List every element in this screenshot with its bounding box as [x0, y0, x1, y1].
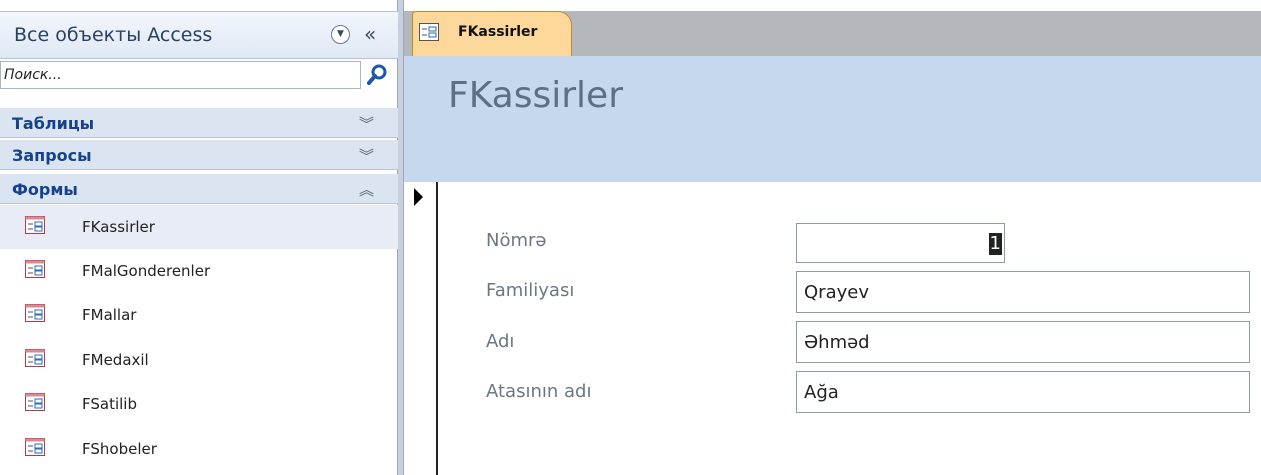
field-value: Əhməd	[804, 332, 870, 353]
chevron-double-down-icon[interactable]: ︾	[359, 113, 374, 134]
nav-pane-title[interactable]: Все объекты Access	[14, 24, 212, 46]
nav-item-fmedaxil[interactable]: FMedaxil	[0, 338, 398, 382]
nav-item-fmalgonderenler[interactable]: FMalGonderenler	[0, 249, 398, 293]
form-icon	[25, 304, 45, 322]
tab-label: FKassirler	[458, 24, 538, 40]
field-input-familiyasi[interactable]: Qrayev	[796, 271, 1250, 313]
current-record-arrow-icon	[414, 188, 423, 206]
form-title: FKassirler	[448, 75, 624, 116]
form-icon	[25, 349, 45, 367]
field-input-atasinin-adi[interactable]: Ağa	[796, 371, 1250, 413]
nav-group-queries[interactable]: Запросы ︾	[0, 140, 398, 170]
field-label-adi: Adı	[486, 331, 515, 352]
field-input-nomre[interactable]: 1	[796, 223, 1005, 263]
nav-group-tables[interactable]: Таблицы ︾	[0, 108, 398, 138]
field-label-nomre: Nömrə	[486, 230, 547, 251]
nav-group-label: Запросы	[12, 146, 92, 165]
chevron-double-up-icon[interactable]: ︽	[359, 179, 374, 200]
nav-item-fmallar[interactable]: FMallar	[0, 293, 398, 337]
search-icon[interactable]	[362, 61, 392, 89]
nav-item-label: FMalGonderenler	[82, 262, 211, 280]
nav-item-label: FSatilib	[82, 395, 137, 413]
field-value: Ağa	[804, 382, 839, 403]
nav-item-label: FShobeler	[82, 440, 157, 458]
field-value: 1	[988, 233, 1002, 255]
nav-group-label: Формы	[12, 180, 78, 199]
field-label-familiyasi: Familiyası	[486, 280, 575, 301]
tab-fkassirler[interactable]: FKassirler	[412, 11, 572, 57]
collapse-pane-icon[interactable]: «	[364, 22, 376, 46]
nav-item-label: FMallar	[82, 306, 137, 324]
nav-pane-header[interactable]: Все объекты Access ▼ «	[0, 11, 398, 59]
form-icon	[25, 260, 45, 278]
field-value: Qrayev	[804, 282, 869, 303]
nav-item-label: FKassirler	[82, 218, 155, 236]
chevron-double-down-icon[interactable]: ︾	[359, 145, 374, 166]
nav-item-label: FMedaxil	[82, 351, 149, 369]
search-input[interactable]	[1, 62, 360, 88]
chevron-circle-down-icon[interactable]: ▼	[331, 25, 350, 44]
form-icon	[25, 216, 45, 234]
nav-item-fshobeler[interactable]: FShobeler	[0, 427, 398, 471]
field-input-adi[interactable]: Əhməd	[796, 321, 1250, 363]
search-box[interactable]	[0, 61, 361, 89]
form-icon	[25, 393, 45, 411]
form-icon	[419, 23, 439, 41]
navigation-pane: Все объекты Access ▼ « Таблицы ︾ Запросы…	[0, 0, 398, 475]
field-label-atasinin-adi: Atasının adı	[486, 381, 592, 402]
nav-item-fkassirler[interactable]: FKassirler	[0, 205, 398, 249]
form-icon	[25, 438, 45, 456]
nav-item-fsatilib[interactable]: FSatilib	[0, 382, 398, 426]
nav-group-label: Таблицы	[12, 114, 95, 133]
record-selector[interactable]	[404, 182, 438, 475]
nav-group-forms[interactable]: Формы ︽	[0, 174, 398, 204]
form-header: FKassirler	[404, 56, 1261, 182]
document-area: FKassirler FKassirler Nömrə 1 Familiyası…	[404, 0, 1261, 475]
